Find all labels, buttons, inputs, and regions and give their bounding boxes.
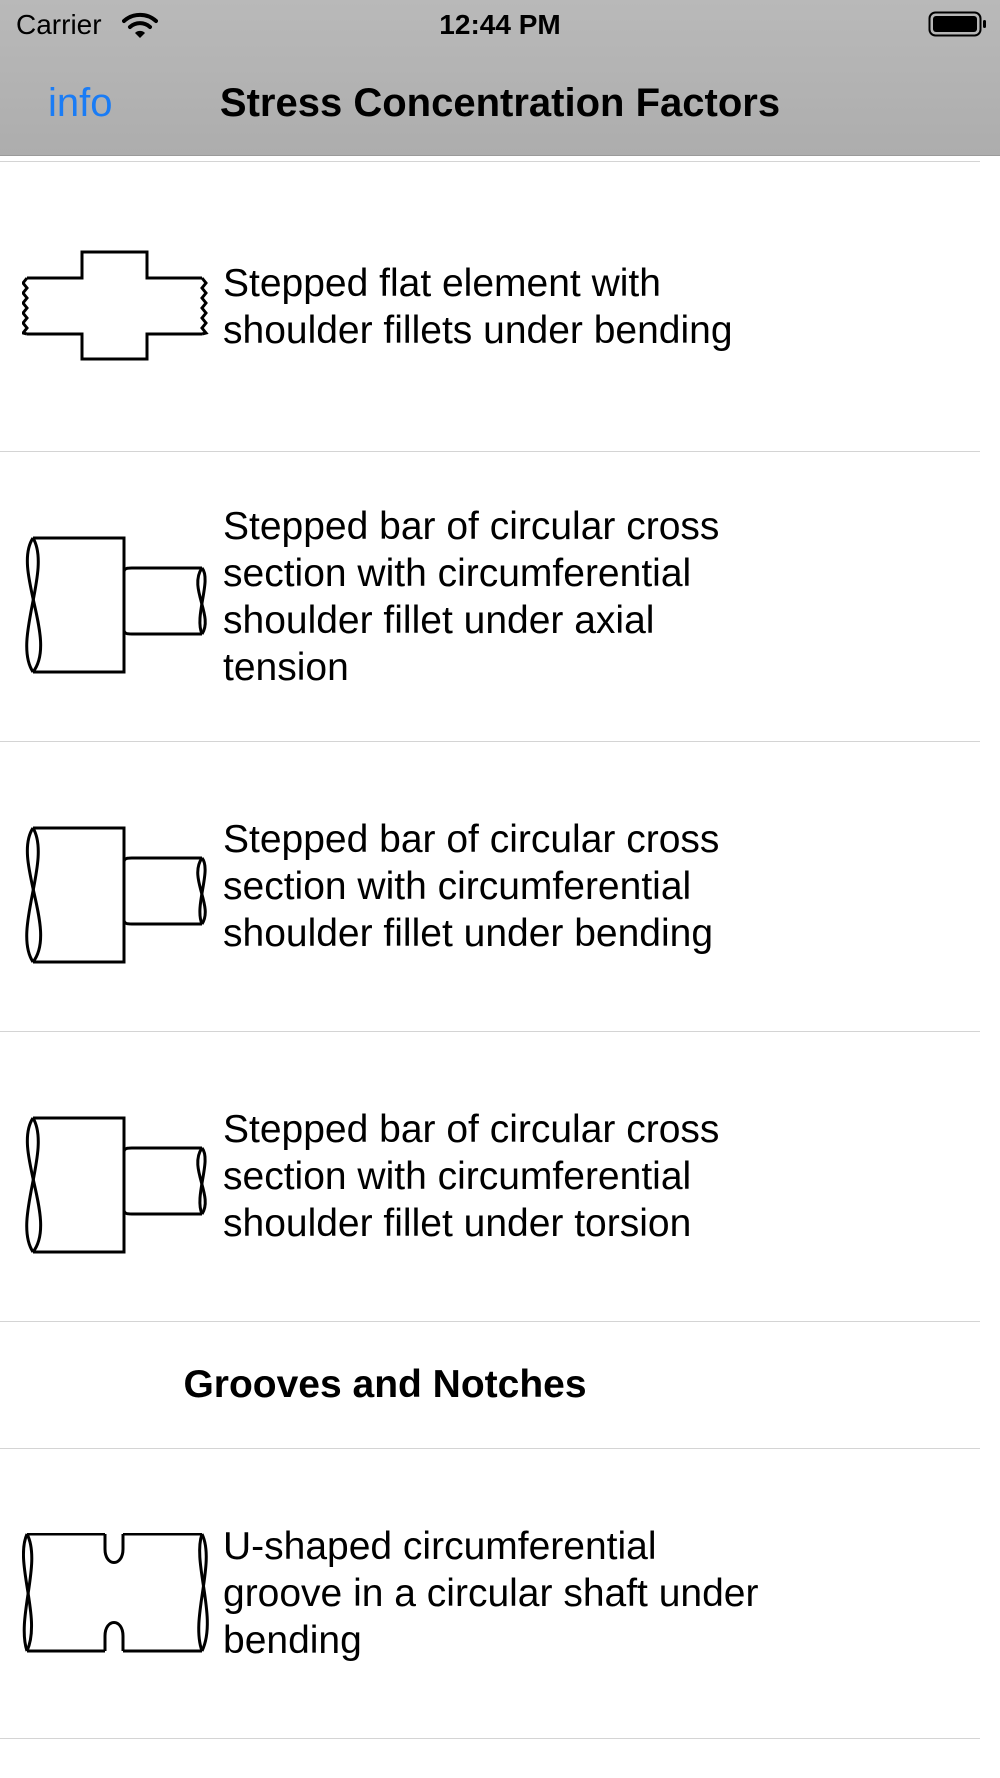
factor-list: Stepped flat element with shoulder fille… bbox=[0, 161, 980, 1739]
status-time: 12:44 PM bbox=[439, 9, 561, 40]
stepped-round-bar-icon bbox=[22, 452, 212, 741]
list-item-text: Stepped bar of circular cross section wi… bbox=[223, 818, 720, 955]
section-header: Grooves and Notches bbox=[0, 1322, 980, 1448]
list-item-label: Stepped bar of circular cross section wi… bbox=[223, 1032, 783, 1321]
section-title: Grooves and Notches bbox=[183, 1363, 587, 1406]
stepped-round-bar-icon bbox=[22, 1032, 212, 1321]
stepped-flat-element-icon bbox=[22, 162, 212, 451]
list-item[interactable]: Stepped bar of circular cross section wi… bbox=[0, 742, 980, 1031]
row-divider bbox=[0, 1738, 980, 1739]
list-item-text: Stepped flat element with shoulder fille… bbox=[223, 261, 733, 352]
page-title: Stress Concentration Factors bbox=[219, 81, 781, 125]
list-item-text: Stepped bar of circular cross section wi… bbox=[223, 1108, 720, 1245]
stepped-round-bar-icon bbox=[22, 742, 212, 1031]
top-bar: Carrier 12:44 PM info Stress Concentrati… bbox=[0, 0, 1000, 155]
battery-full-icon bbox=[928, 11, 986, 37]
list-item-label: Stepped bar of circular cross section wi… bbox=[223, 452, 783, 741]
screen: Carrier 12:44 PM info Stress Concentrati… bbox=[0, 0, 1000, 1778]
list-item[interactable]: Stepped flat element with shoulder fille… bbox=[0, 162, 980, 451]
list-item-label: Stepped bar of circular cross section wi… bbox=[223, 742, 783, 1031]
list-item-label: Stepped flat element with shoulder fille… bbox=[223, 162, 783, 451]
list-item[interactable]: U-shaped circumferential groove in a cir… bbox=[0, 1449, 980, 1738]
status-bar: Carrier 12:44 PM bbox=[0, 0, 1000, 50]
list-item-text: U-shaped circumferential groove in a cir… bbox=[223, 1525, 759, 1662]
list-item-label: U-shaped circumferential groove in a cir… bbox=[223, 1449, 783, 1738]
list-item[interactable]: Stepped bar of circular cross section wi… bbox=[0, 1032, 980, 1321]
grooved-shaft-icon bbox=[22, 1449, 212, 1738]
navigation-bar: info Stress Concentration Factors bbox=[0, 62, 1000, 142]
list-item-text: Stepped bar of circular cross section wi… bbox=[223, 504, 720, 689]
list-item[interactable]: Stepped bar of circular cross section wi… bbox=[0, 452, 980, 741]
